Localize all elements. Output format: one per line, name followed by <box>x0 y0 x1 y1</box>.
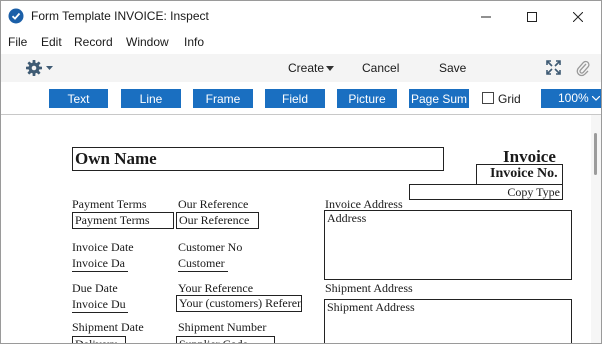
create-button[interactable]: Create <box>288 61 324 75</box>
grid-label: Grid <box>498 92 521 106</box>
tools-row: Text Line Frame Field Picture Page Sum G… <box>1 85 601 111</box>
toolbar: Create Cancel Save <box>1 54 601 82</box>
cancel-button[interactable]: Cancel <box>362 61 399 75</box>
create-dropdown-icon[interactable] <box>326 66 334 71</box>
inspect-window: Form Template INVOICE: Inspect File Edit… <box>0 0 602 344</box>
settings-menu-button[interactable] <box>25 58 57 78</box>
grid-checkbox[interactable] <box>482 92 494 104</box>
menu-edit[interactable]: Edit <box>41 35 62 49</box>
due-date-field[interactable]: Invoice Du <box>72 297 128 313</box>
maximize-icon <box>527 11 537 22</box>
menu-info[interactable]: Info <box>184 35 204 49</box>
expand-icon[interactable] <box>546 60 561 75</box>
shipment-date-label[interactable]: Shipment Date <box>72 320 144 335</box>
save-button[interactable]: Save <box>439 61 466 75</box>
your-reference-field[interactable]: Your (customers) Referen <box>176 295 302 312</box>
tool-picture-button[interactable]: Picture <box>337 89 397 108</box>
tool-text-button[interactable]: Text <box>49 89 108 108</box>
zoom-value: 100% <box>558 91 589 105</box>
customer-no-label[interactable]: Customer No <box>178 240 242 255</box>
shipment-address-label[interactable]: Shipment Address <box>325 281 413 296</box>
scrollbar-thumb[interactable] <box>594 133 597 175</box>
tool-field-button[interactable]: Field <box>265 89 325 108</box>
supplier-code-field[interactable]: Supplier Code <box>176 336 275 343</box>
our-reference-field[interactable]: Our Reference <box>176 212 259 229</box>
customer-field[interactable]: Customer <box>178 256 228 272</box>
due-date-label[interactable]: Due Date <box>72 281 118 296</box>
minimize-button[interactable] <box>463 1 509 32</box>
vertical-scrollbar[interactable] <box>591 115 601 343</box>
menu-file[interactable]: File <box>8 35 27 49</box>
tool-frame-button[interactable]: Frame <box>193 89 253 108</box>
shipment-address-field[interactable]: Shipment Address <box>324 299 572 343</box>
close-icon <box>573 11 583 22</box>
copy-type-field[interactable]: Copy Type <box>409 184 563 200</box>
your-reference-label[interactable]: Your Reference <box>178 281 253 296</box>
our-reference-label[interactable]: Our Reference <box>178 197 248 212</box>
window-title: Form Template INVOICE: Inspect <box>31 9 209 23</box>
gear-icon <box>26 60 42 76</box>
chevron-down-icon <box>592 96 600 101</box>
shipment-number-label[interactable]: Shipment Number <box>178 320 266 335</box>
close-button[interactable] <box>555 1 601 32</box>
zoom-select[interactable]: 100% <box>541 89 601 108</box>
delivery-field[interactable]: Delivery <box>72 336 126 343</box>
maximize-button[interactable] <box>509 1 555 32</box>
app-logo-icon <box>8 8 24 24</box>
menu-record[interactable]: Record <box>74 35 113 49</box>
minimize-icon <box>481 16 491 17</box>
menu-bar: File Edit Record Window Info <box>1 32 601 52</box>
chevron-down-icon <box>46 66 53 70</box>
form-canvas[interactable]: Own Name Invoice Invoice No. Copy Type P… <box>1 115 591 343</box>
paperclip-icon[interactable] <box>576 59 590 77</box>
invoice-no-field[interactable]: Invoice No. <box>476 164 563 185</box>
invoice-date-label[interactable]: Invoice Date <box>72 240 134 255</box>
invoice-date-field[interactable]: Invoice Da <box>72 256 128 272</box>
tool-line-button[interactable]: Line <box>121 89 181 108</box>
title-bar: Form Template INVOICE: Inspect <box>1 1 601 32</box>
address-field[interactable]: Address <box>324 210 572 280</box>
payment-terms-label[interactable]: Payment Terms <box>72 197 147 212</box>
own-name-field[interactable]: Own Name <box>72 147 444 171</box>
menu-window[interactable]: Window <box>126 35 169 49</box>
tool-page-sum-button[interactable]: Page Sum <box>409 89 469 108</box>
payment-terms-field[interactable]: Payment Terms <box>72 212 174 229</box>
